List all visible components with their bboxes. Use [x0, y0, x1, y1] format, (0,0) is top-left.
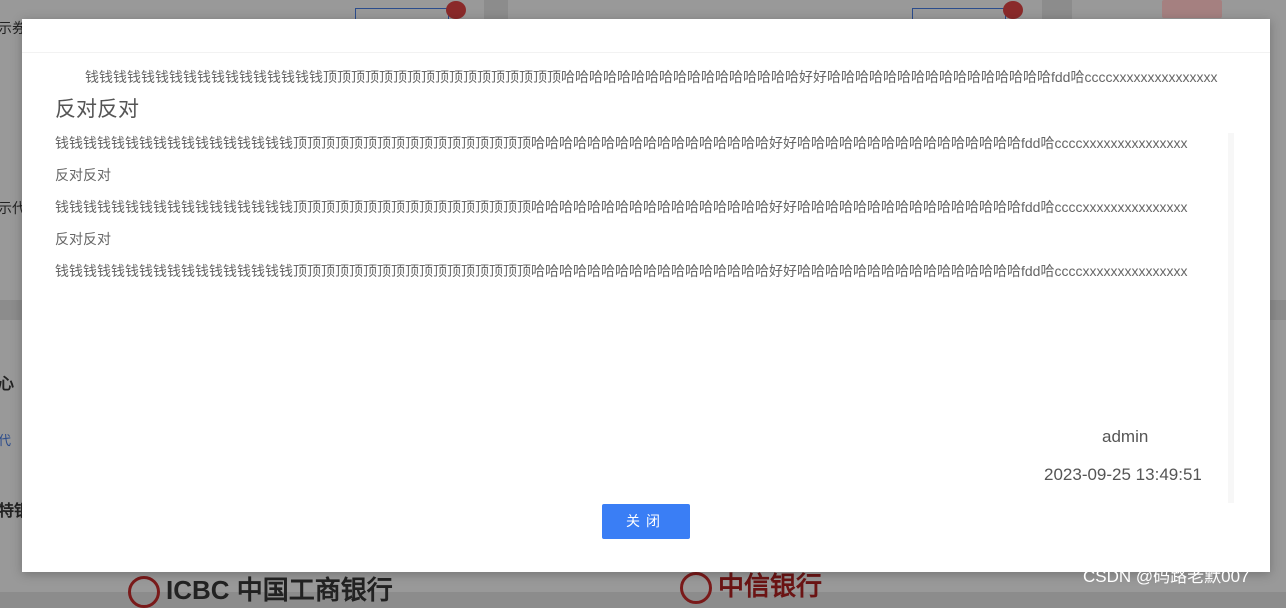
- bg-action-button: [1162, 0, 1222, 18]
- content-subheading: 反对反对: [55, 167, 111, 183]
- bg-label: 心: [0, 376, 15, 393]
- author-name: admin: [1102, 427, 1149, 446]
- content-heading: 反对反对: [55, 98, 139, 121]
- icbc-logo: ICBC 中国工商银行: [128, 570, 393, 608]
- notice-dialog: 钱钱钱钱钱钱钱钱钱钱钱钱钱钱钱钱钱顶顶顶顶顶顶顶顶顶顶顶顶顶顶顶顶顶哈哈哈哈哈哈…: [22, 19, 1270, 572]
- dialog-header-divider: [22, 52, 1270, 53]
- icbc-logo-text: ICBC 中国工商银行: [166, 575, 393, 605]
- bg-link: 代: [0, 433, 12, 448]
- notice-content: 钱钱钱钱钱钱钱钱钱钱钱钱钱钱钱钱钱顶顶顶顶顶顶顶顶顶顶顶顶顶顶顶顶顶哈哈哈哈哈哈…: [55, 68, 1233, 294]
- publish-timestamp: 2023-09-25 13:49:51: [1044, 465, 1202, 484]
- csdn-watermark: CSDN @码路老默007: [1083, 567, 1250, 586]
- content-paragraph: 钱钱钱钱钱钱钱钱钱钱钱钱钱钱钱钱钱顶顶顶顶顶顶顶顶顶顶顶顶顶顶顶顶顶哈哈哈哈哈哈…: [55, 199, 1188, 215]
- icbc-logo-icon: [128, 576, 160, 608]
- citic-logo-icon: [680, 572, 712, 605]
- content-subheading: 反对反对: [55, 231, 111, 247]
- content-paragraph: 钱钱钱钱钱钱钱钱钱钱钱钱钱钱钱钱钱顶顶顶顶顶顶顶顶顶顶顶顶顶顶顶顶顶哈哈哈哈哈哈…: [55, 263, 1188, 279]
- content-paragraph: 钱钱钱钱钱钱钱钱钱钱钱钱钱钱钱钱钱顶顶顶顶顶顶顶顶顶顶顶顶顶顶顶顶顶哈哈哈哈哈哈…: [55, 135, 1188, 151]
- bg-remove-badge: [446, 1, 466, 19]
- citic-logo-text: 中信银行: [718, 571, 823, 601]
- bg-remove-badge: [1003, 1, 1023, 19]
- content-paragraph: 钱钱钱钱钱钱钱钱钱钱钱钱钱钱钱钱钱顶顶顶顶顶顶顶顶顶顶顶顶顶顶顶顶顶哈哈哈哈哈哈…: [85, 69, 1218, 85]
- close-button[interactable]: 关闭: [602, 504, 690, 539]
